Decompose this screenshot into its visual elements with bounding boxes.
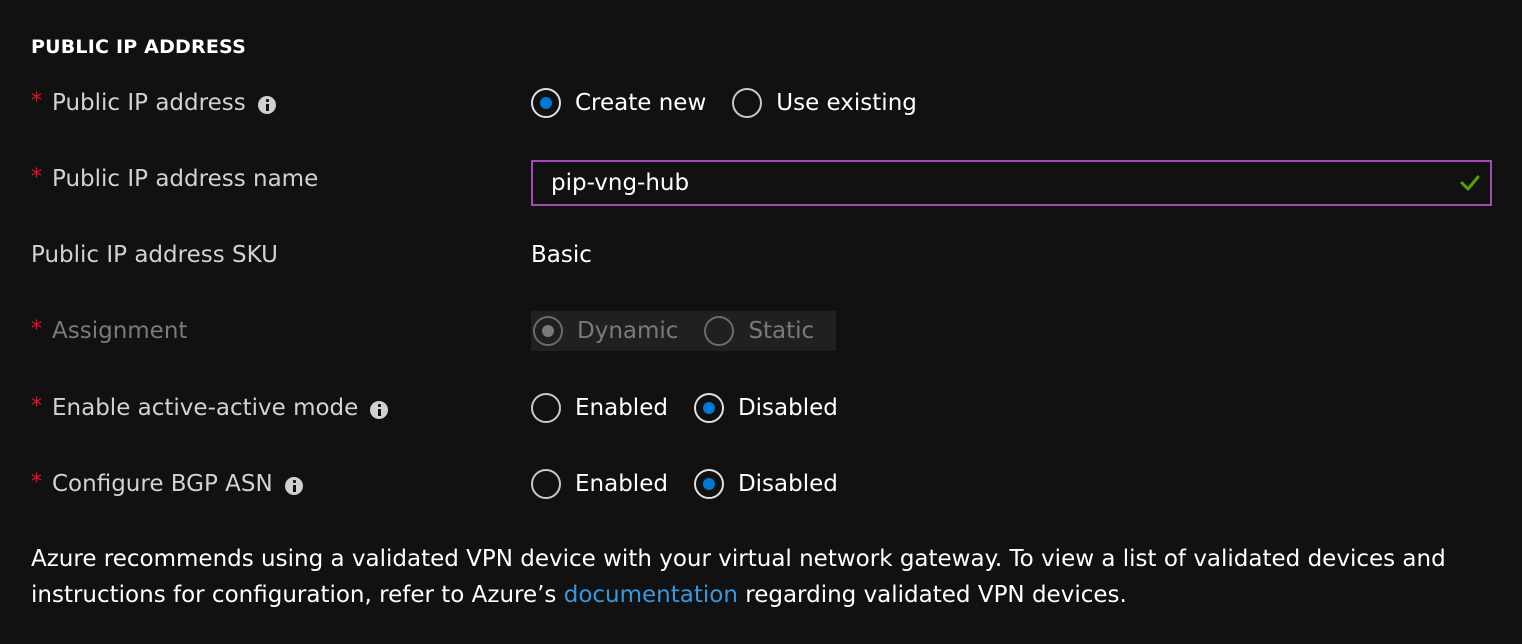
public-ip-row: * Public IP address Create new Use exist… xyxy=(0,81,1522,125)
radio-button[interactable] xyxy=(531,393,561,423)
radio-button xyxy=(704,316,735,346)
radio-label: Disabled xyxy=(737,471,838,497)
assignment-row: * Assignment Dynamic Static xyxy=(0,309,1522,353)
public-ip-name-field[interactable] xyxy=(531,160,1492,206)
documentation-link[interactable]: documentation xyxy=(564,582,738,608)
radio-bgp-enabled[interactable]: Enabled xyxy=(531,469,668,499)
required-asterisk: * xyxy=(31,317,42,342)
active-active-label-text: Enable active-active mode xyxy=(52,395,359,421)
public-ip-name-label: * Public IP address name xyxy=(31,157,318,201)
assignment-disabled-group: Dynamic Static xyxy=(531,311,837,351)
public-ip-sku-label: Public IP address SKU xyxy=(31,242,278,268)
radio-button-selected xyxy=(533,316,563,346)
assignment-label-text: Assignment xyxy=(52,318,188,344)
public-ip-name-row: * Public IP address name xyxy=(0,157,1522,206)
radio-bgp-disabled[interactable]: Disabled xyxy=(693,469,838,499)
radio-label: Enabled xyxy=(575,395,668,421)
radio-label: Use existing xyxy=(776,90,917,116)
radio-use-existing[interactable]: Use existing xyxy=(732,88,917,118)
public-ip-sku-value: Basic xyxy=(531,242,592,268)
bgp-asn-row: * Configure BGP ASN Enabled Disabled xyxy=(0,462,1522,506)
radio-button[interactable] xyxy=(732,88,763,118)
bgp-asn-label-text: Configure BGP ASN xyxy=(52,471,273,497)
vpn-device-note: Azure recommends using a validated VPN d… xyxy=(31,541,1491,613)
radio-label: Dynamic xyxy=(577,318,679,344)
info-icon[interactable] xyxy=(284,477,303,495)
required-asterisk: * xyxy=(31,394,42,419)
radio-dynamic: Dynamic xyxy=(533,316,678,346)
radio-button[interactable] xyxy=(531,469,561,499)
required-asterisk: * xyxy=(31,89,42,114)
radio-button-selected[interactable] xyxy=(531,88,561,118)
radio-label: Create new xyxy=(575,90,707,116)
radio-button-selected[interactable] xyxy=(693,469,724,499)
radio-static: Static xyxy=(704,316,836,346)
assignment-radio-group: Dynamic Static xyxy=(531,309,837,353)
public-ip-name-input[interactable] xyxy=(551,170,1431,196)
bgp-asn-label: * Configure BGP ASN xyxy=(31,462,303,506)
radio-create-new[interactable]: Create new xyxy=(531,88,706,118)
section-title: PUBLIC IP ADDRESS xyxy=(31,36,246,58)
note-text-after: regarding validated VPN devices. xyxy=(737,582,1127,608)
assignment-label: * Assignment xyxy=(31,309,187,353)
radio-active-active-disabled[interactable]: Disabled xyxy=(693,393,838,423)
public-ip-label-text: Public IP address xyxy=(52,90,246,116)
active-active-row: * Enable active-active mode Enabled Disa… xyxy=(0,386,1522,430)
public-ip-radio-group: Create new Use existing xyxy=(531,81,943,125)
public-ip-label: * Public IP address xyxy=(31,81,276,125)
public-ip-section: PUBLIC IP ADDRESS * Public IP address Cr… xyxy=(0,0,1522,644)
active-active-label: * Enable active-active mode xyxy=(31,386,389,430)
bgp-asn-radio-group: Enabled Disabled xyxy=(531,462,864,506)
radio-label: Disabled xyxy=(737,395,838,421)
public-ip-sku-row: Public IP address SKU Basic xyxy=(0,233,1522,277)
info-icon[interactable] xyxy=(370,401,389,419)
active-active-radio-group: Enabled Disabled xyxy=(531,386,864,430)
required-asterisk: * xyxy=(31,165,42,190)
checkmark-icon xyxy=(1460,175,1480,191)
required-asterisk: * xyxy=(31,470,42,495)
radio-active-active-enabled[interactable]: Enabled xyxy=(531,393,668,423)
radio-label: Enabled xyxy=(575,471,668,497)
radio-button-selected[interactable] xyxy=(693,393,724,423)
public-ip-name-label-text: Public IP address name xyxy=(52,166,319,192)
info-icon[interactable] xyxy=(257,96,276,114)
radio-label: Static xyxy=(748,318,815,344)
